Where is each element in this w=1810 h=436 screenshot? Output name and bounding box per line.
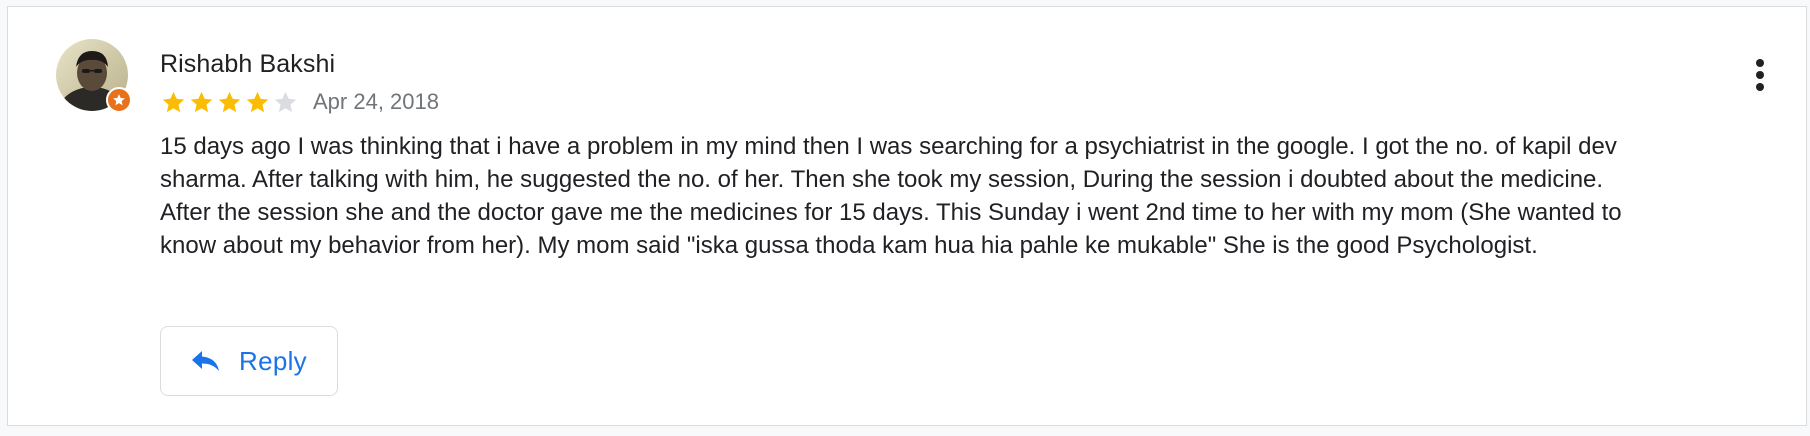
rating-row: Apr 24, 2018 [160,87,439,117]
star-filled-icon [218,91,241,112]
more-vert-icon [1756,59,1764,91]
local-guide-badge-icon [106,87,132,113]
star-empty-icon [274,91,297,112]
reply-button[interactable]: Reply [160,326,338,396]
reviewer-name[interactable]: Rishabh Bakshi [160,50,335,79]
review-card: Rishabh Bakshi Apr 24, 2018 15 days ago … [7,6,1807,426]
review-text: 15 days ago I was thinking that i have a… [160,133,1622,259]
star-filled-icon [190,91,213,112]
star-filled-icon [246,91,269,112]
more-options-button[interactable] [1744,51,1776,99]
reply-arrow-icon [192,351,219,371]
review-date: Apr 24, 2018 [313,89,439,114]
star-rating [160,89,299,116]
star-filled-icon [162,91,185,112]
reply-label: Reply [239,345,307,376]
avatar[interactable] [56,39,132,113]
